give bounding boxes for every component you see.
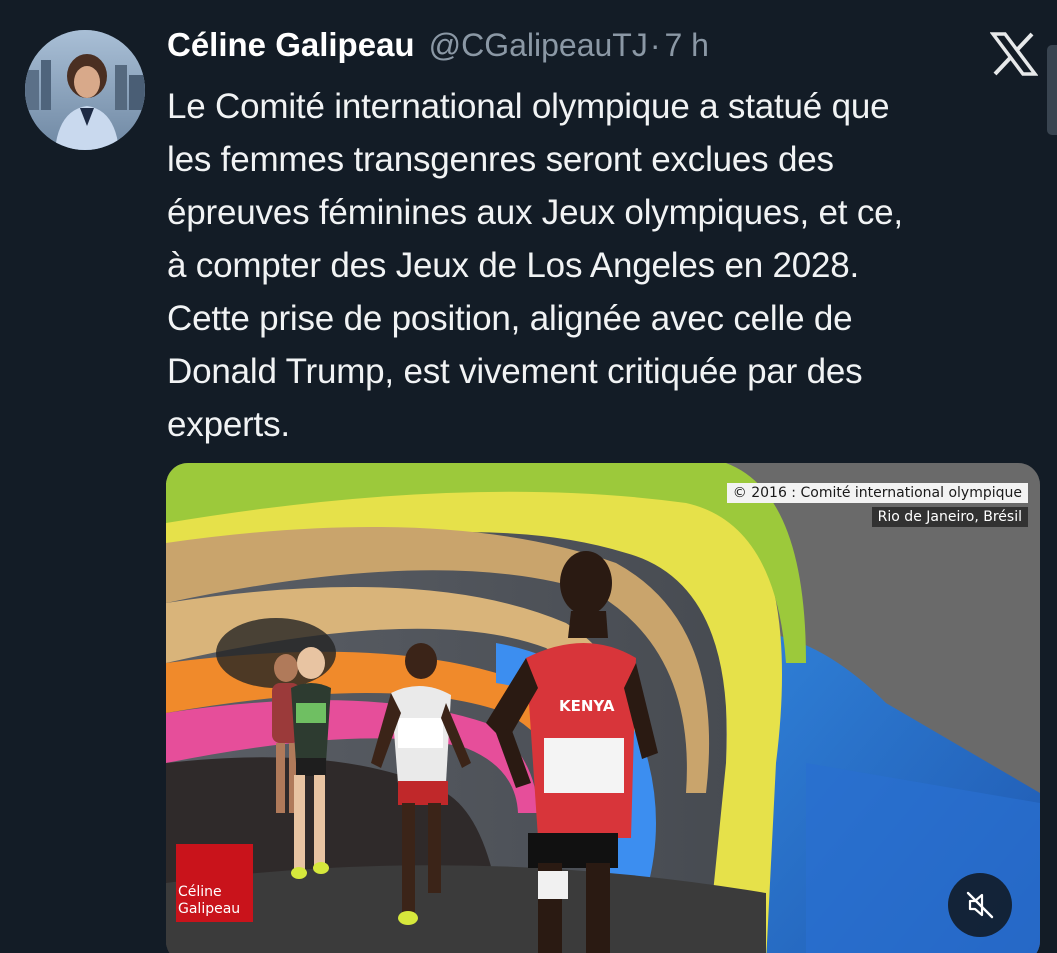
tweet-card: Céline Galipeau @CGalipeauTJ · 7 h Le Co… [0, 0, 1057, 953]
watermark-text: Céline Galipeau [178, 884, 240, 918]
runner-bib-text: KENYA [559, 697, 615, 715]
video-location-caption: Rio de Janeiro, Brésil [871, 507, 1028, 527]
tweet-text-line: à compter des Jeux de Los Angeles en 202… [167, 246, 860, 285]
tweet-text-line: experts. [167, 405, 290, 444]
watermark-line: Céline [178, 884, 222, 900]
tweet-header: Céline Galipeau @CGalipeauTJ · 7 h [167, 26, 709, 76]
author-handle[interactable]: @CGalipeauTJ [429, 27, 648, 64]
tweet-text: Le Comité international olympique a stat… [167, 80, 1037, 451]
video-frame: KENYA [166, 463, 1040, 953]
watermark-line: Galipeau [178, 901, 241, 917]
tweet-text-line: Donald Trump, est vivement critiquée par… [167, 352, 863, 391]
x-logo-icon [989, 32, 1039, 76]
mute-toggle-button[interactable] [948, 873, 1012, 937]
speaker-muted-icon [966, 891, 994, 919]
tweet-text-line: les femmes transgenres seront exclues de… [167, 140, 834, 179]
tweet-timestamp[interactable]: 7 h [664, 27, 708, 64]
author-display-name[interactable]: Céline Galipeau [167, 26, 415, 64]
tweet-video[interactable]: KENYA © 2016 : Comité international olym… [166, 463, 1040, 953]
tweet-text-line: épreuves féminines aux Jeux olympiques, … [167, 193, 903, 232]
tweet-text-line: Cette prise de position, alignée avec ce… [167, 299, 853, 338]
header-separator: · [649, 27, 661, 63]
author-avatar[interactable] [25, 30, 145, 150]
scrollbar-thumb[interactable] [1047, 45, 1057, 135]
tweet-text-line: Le Comité international olympique a stat… [167, 87, 890, 126]
video-copyright-caption: © 2016 : Comité international olympique [726, 483, 1028, 503]
